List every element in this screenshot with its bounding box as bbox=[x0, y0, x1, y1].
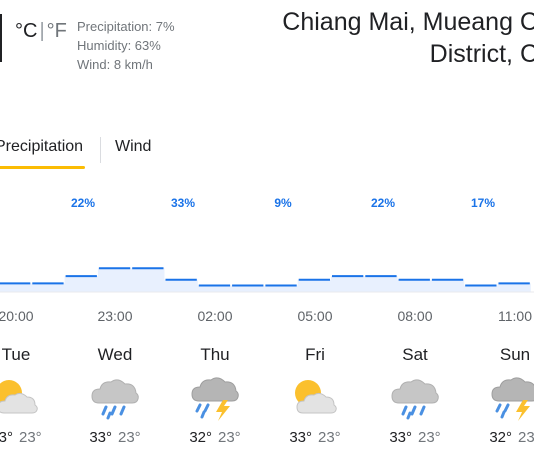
tab-precipitation[interactable]: Precipitation bbox=[0, 138, 83, 156]
active-tab-indicator bbox=[0, 166, 85, 169]
day-name: Sun bbox=[499, 345, 531, 364]
location-title: Chiang Mai, Mueang C District, C bbox=[282, 6, 534, 70]
tab-wind[interactable]: Wind bbox=[115, 138, 151, 156]
unit-fahrenheit[interactable]: °F bbox=[47, 20, 67, 42]
wind-detail: Wind: 8 km/h bbox=[77, 57, 153, 72]
low-temperature: 23° bbox=[218, 429, 241, 446]
precipitation-value-label: 33% bbox=[171, 196, 195, 210]
high-temperature: 33° bbox=[0, 429, 13, 446]
hour-tick-label: 02:00 bbox=[197, 308, 232, 324]
day-forecast-0[interactable]: Tue 33° 23° bbox=[0, 343, 61, 446]
tab-divider bbox=[100, 137, 101, 163]
hour-tick-label: 11:00 bbox=[498, 308, 532, 324]
high-temperature: 33° bbox=[389, 429, 412, 446]
day-forecast-4[interactable]: Sat 33° 23° bbox=[370, 343, 460, 446]
day-forecast-3[interactable]: Fri 33° 23° bbox=[270, 343, 360, 446]
cloud-rain-icon bbox=[91, 379, 139, 420]
high-temperature: 33° bbox=[289, 429, 312, 446]
partly-cloudy-icon bbox=[0, 380, 38, 414]
day-temperatures: 32° 23° bbox=[170, 429, 260, 446]
location-line-2: District, C bbox=[429, 40, 534, 68]
day-temperatures: 33° 23° bbox=[370, 429, 460, 446]
precipitation-value-label: 9% bbox=[274, 196, 292, 210]
precipitation-value-label: 22% bbox=[71, 196, 95, 210]
humidity-detail: Humidity: 63% bbox=[77, 38, 161, 53]
high-temperature: 32° bbox=[489, 429, 512, 446]
precipitation-value-label: 22% bbox=[371, 196, 395, 210]
low-temperature: 23° bbox=[418, 429, 441, 446]
low-temperature: 23° bbox=[318, 429, 341, 446]
day-forecast-2[interactable]: Thu 32° 23° bbox=[170, 343, 260, 446]
day-temperatures: 33° 23° bbox=[270, 429, 360, 446]
weather-details: Precipitation: 7% Humidity: 63% Wind: 8 … bbox=[77, 17, 175, 74]
day-forecast-5[interactable]: Sun 32° 23° bbox=[470, 343, 534, 446]
unit-separator: | bbox=[39, 20, 45, 42]
day-temperatures: 32° 23° bbox=[470, 429, 534, 446]
unit-celsius[interactable]: °C bbox=[15, 20, 37, 42]
hour-tick-label: 05:00 bbox=[297, 308, 332, 324]
day-name: Sat bbox=[402, 345, 428, 364]
thunderstorm-icon bbox=[191, 377, 239, 421]
high-temperature: 32° bbox=[189, 429, 212, 446]
precipitation-chart: 22% 33% 9% 22% 17% 20:00 23:00 02:00 05:00 08:00 1… bbox=[0, 196, 534, 324]
low-temperature: 23° bbox=[118, 429, 141, 446]
day-name: Fri bbox=[305, 345, 325, 364]
low-temperature: 23° bbox=[19, 429, 42, 446]
partly-cloudy-icon bbox=[295, 380, 337, 414]
thunderstorm-icon bbox=[491, 377, 534, 421]
day-temperatures: 33° 23° bbox=[70, 429, 160, 446]
cloud-rain-icon bbox=[391, 379, 439, 420]
low-temperature: 23° bbox=[518, 429, 534, 446]
day-name: Wed bbox=[97, 345, 133, 364]
precipitation-detail: Precipitation: 7% bbox=[77, 19, 175, 34]
unit-switcher: °C | °F bbox=[15, 20, 67, 43]
precipitation-value-label: 17% bbox=[471, 196, 495, 210]
hour-tick-label: 08:00 bbox=[397, 308, 432, 324]
hour-tick-label: 23:00 bbox=[97, 308, 132, 324]
location-line-1: Chiang Mai, Mueang C bbox=[282, 8, 534, 36]
high-temperature: 33° bbox=[89, 429, 112, 446]
day-forecast-1[interactable]: Wed 33° 23° bbox=[70, 343, 160, 446]
day-temperatures: 33° 23° bbox=[0, 429, 61, 446]
hour-tick-label: 20:00 bbox=[0, 308, 34, 324]
day-name: Thu bbox=[200, 345, 230, 364]
current-temperature-digit bbox=[0, 14, 2, 62]
day-name: Tue bbox=[1, 345, 31, 364]
